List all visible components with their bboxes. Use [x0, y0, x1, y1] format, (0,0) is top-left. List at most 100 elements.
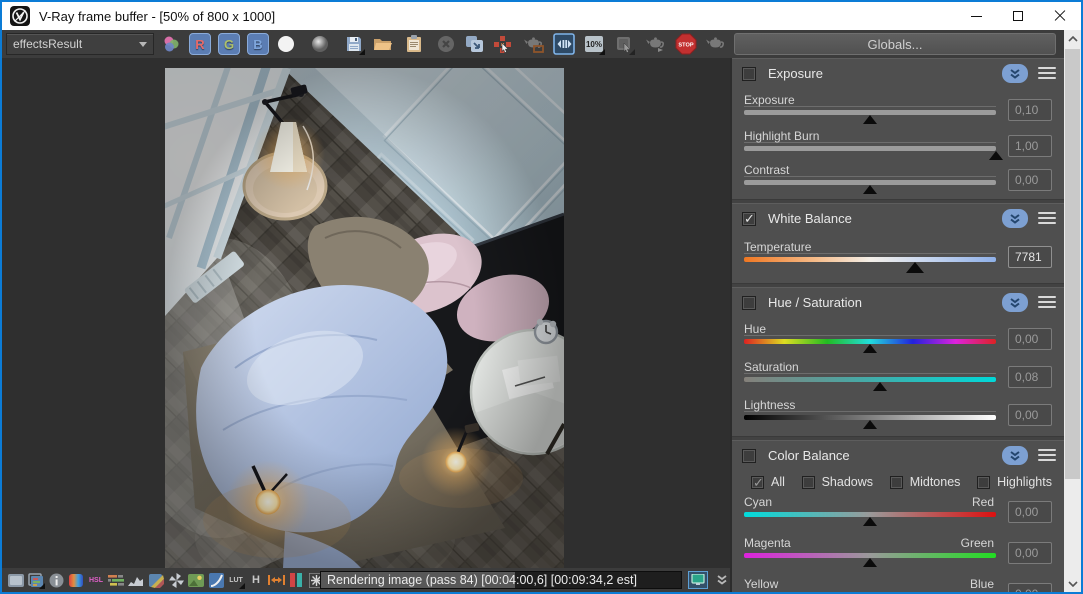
- slider-handle[interactable]: [863, 517, 877, 526]
- slider-label: Temperature: [744, 240, 811, 254]
- mode-shadows[interactable]: Shadows: [795, 473, 873, 491]
- scroll-up-button[interactable]: [1064, 30, 1081, 47]
- hsl-icon[interactable]: HSL: [87, 571, 105, 589]
- color-corrections-icon[interactable]: [67, 571, 85, 589]
- temperature-slider-track[interactable]: [744, 257, 996, 262]
- levels-icon[interactable]: [107, 571, 125, 589]
- cyan-red-slider-track[interactable]: [744, 512, 996, 517]
- contrast-slider-track[interactable]: [744, 180, 996, 185]
- scrollbar-thumb[interactable]: [1065, 49, 1080, 479]
- slider-value[interactable]: 7781: [1008, 246, 1052, 268]
- collapse-section-button[interactable]: [1002, 446, 1028, 465]
- magenta-green-slider-track[interactable]: [744, 553, 996, 558]
- section-menu-button[interactable]: [1038, 294, 1056, 310]
- highlight-burn-slider-track[interactable]: [744, 146, 996, 151]
- slider-value[interactable]: 0,00: [1008, 583, 1052, 592]
- slider-handle[interactable]: [863, 185, 877, 194]
- load-image-button[interactable]: [371, 33, 393, 55]
- slider-handle[interactable]: [863, 558, 877, 567]
- stop-render-button[interactable]: STOP: [675, 33, 697, 55]
- copy-to-clipboard-button[interactable]: [403, 33, 425, 55]
- slider-value[interactable]: 0,10: [1008, 99, 1052, 121]
- slider-label: Highlight Burn: [744, 129, 819, 143]
- region-render-button[interactable]: [613, 33, 635, 55]
- frame-buffer-toggle-icon[interactable]: [7, 571, 25, 589]
- collapse-section-button[interactable]: [1002, 209, 1028, 228]
- curves-icon[interactable]: [207, 571, 225, 589]
- saturation-slider-track[interactable]: [744, 377, 996, 382]
- ab-compare-icon[interactable]: [287, 571, 305, 589]
- midtones-checkbox[interactable]: [890, 476, 903, 489]
- shadows-checkbox[interactable]: [802, 476, 815, 489]
- exposure-enable-checkbox[interactable]: [742, 67, 756, 81]
- exposure-slider-track[interactable]: [744, 110, 996, 115]
- panel-scrollbar[interactable]: [1064, 30, 1081, 592]
- scroll-down-button[interactable]: [1064, 575, 1081, 592]
- render-history-icon[interactable]: [27, 571, 45, 589]
- clamp-colors-button[interactable]: [553, 33, 575, 55]
- white-balance-icon[interactable]: [167, 571, 185, 589]
- close-button[interactable]: [1039, 2, 1081, 30]
- slider-value[interactable]: 0,00: [1008, 501, 1052, 523]
- slider-value[interactable]: 0,00: [1008, 169, 1052, 191]
- hue-slider-track[interactable]: [744, 339, 996, 344]
- monochrome-button[interactable]: [309, 33, 331, 55]
- render-last-button[interactable]: [645, 33, 667, 55]
- slider-value[interactable]: 0,00: [1008, 542, 1052, 564]
- toolbar: effectsResult R G B: [2, 30, 1064, 58]
- mode-label: Midtones: [910, 475, 961, 489]
- title-bar[interactable]: V-Ray frame buffer - [50% of 800 x 1000]: [2, 2, 1081, 30]
- render-last-in-region-button[interactable]: [523, 33, 545, 55]
- mode-highlights[interactable]: Highlights: [970, 473, 1052, 491]
- mode-all[interactable]: All: [744, 473, 785, 491]
- slider-handle[interactable]: [863, 344, 877, 353]
- slider-handle[interactable]: [873, 382, 887, 391]
- channel-select-dropdown[interactable]: effectsResult: [6, 33, 154, 55]
- slider-value[interactable]: 0,00: [1008, 328, 1052, 350]
- follow-mouse-button[interactable]: [491, 33, 513, 55]
- hue-saturation-enable-checkbox[interactable]: [742, 296, 756, 310]
- info-icon[interactable]: [47, 571, 65, 589]
- globals-button[interactable]: Globals...: [734, 33, 1056, 55]
- red-channel-button[interactable]: R: [189, 33, 211, 55]
- highlights-checkbox[interactable]: [977, 476, 990, 489]
- pixel-aspect-icon[interactable]: [267, 571, 285, 589]
- all-checkbox[interactable]: [751, 476, 764, 489]
- slider-value[interactable]: 1,00: [1008, 135, 1052, 157]
- slider-handle[interactable]: [863, 420, 877, 429]
- lightness-slider-track[interactable]: [744, 415, 996, 420]
- slider-value[interactable]: 0,08: [1008, 366, 1052, 388]
- maximize-button[interactable]: [997, 2, 1039, 30]
- background-image-icon[interactable]: [187, 571, 205, 589]
- duplicate-to-host-button[interactable]: [463, 33, 485, 55]
- section-menu-button[interactable]: [1038, 210, 1056, 226]
- display-correction-icon[interactable]: [688, 571, 708, 589]
- yellow-blue-slider: Yellow Blue 0,00: [744, 577, 1052, 592]
- slider-handle[interactable]: [906, 262, 924, 273]
- resolution-10-percent-button[interactable]: 10%: [583, 33, 605, 55]
- lut-icon[interactable]: LUT: [227, 571, 245, 589]
- collapse-section-button[interactable]: [1002, 293, 1028, 312]
- alpha-channel-button[interactable]: [275, 33, 297, 55]
- collapse-statusbar-icon[interactable]: [714, 571, 730, 589]
- curve-histogram-icon[interactable]: [127, 571, 145, 589]
- slider-handle[interactable]: [863, 115, 877, 124]
- clear-image-button[interactable]: [435, 33, 457, 55]
- blue-channel-button[interactable]: B: [247, 33, 269, 55]
- mode-midtones[interactable]: Midtones: [883, 473, 961, 491]
- letter-h-icon[interactable]: H: [247, 571, 265, 589]
- cyan-red-slider: Cyan Red 0,00: [744, 495, 1052, 531]
- collapse-section-button[interactable]: [1002, 64, 1028, 83]
- section-menu-button[interactable]: [1038, 65, 1056, 81]
- section-menu-button[interactable]: [1038, 447, 1056, 463]
- color-balance-enable-checkbox[interactable]: [742, 449, 756, 463]
- slider-handle[interactable]: [989, 151, 1003, 160]
- save-image-button[interactable]: [343, 33, 365, 55]
- exposure-correction-icon[interactable]: [147, 571, 165, 589]
- rgb-channels-icon[interactable]: [160, 33, 182, 55]
- white-balance-enable-checkbox[interactable]: [742, 212, 756, 226]
- render-button[interactable]: [705, 33, 727, 55]
- green-channel-button[interactable]: G: [218, 33, 240, 55]
- minimize-button[interactable]: [955, 2, 997, 30]
- slider-value[interactable]: 0,00: [1008, 404, 1052, 426]
